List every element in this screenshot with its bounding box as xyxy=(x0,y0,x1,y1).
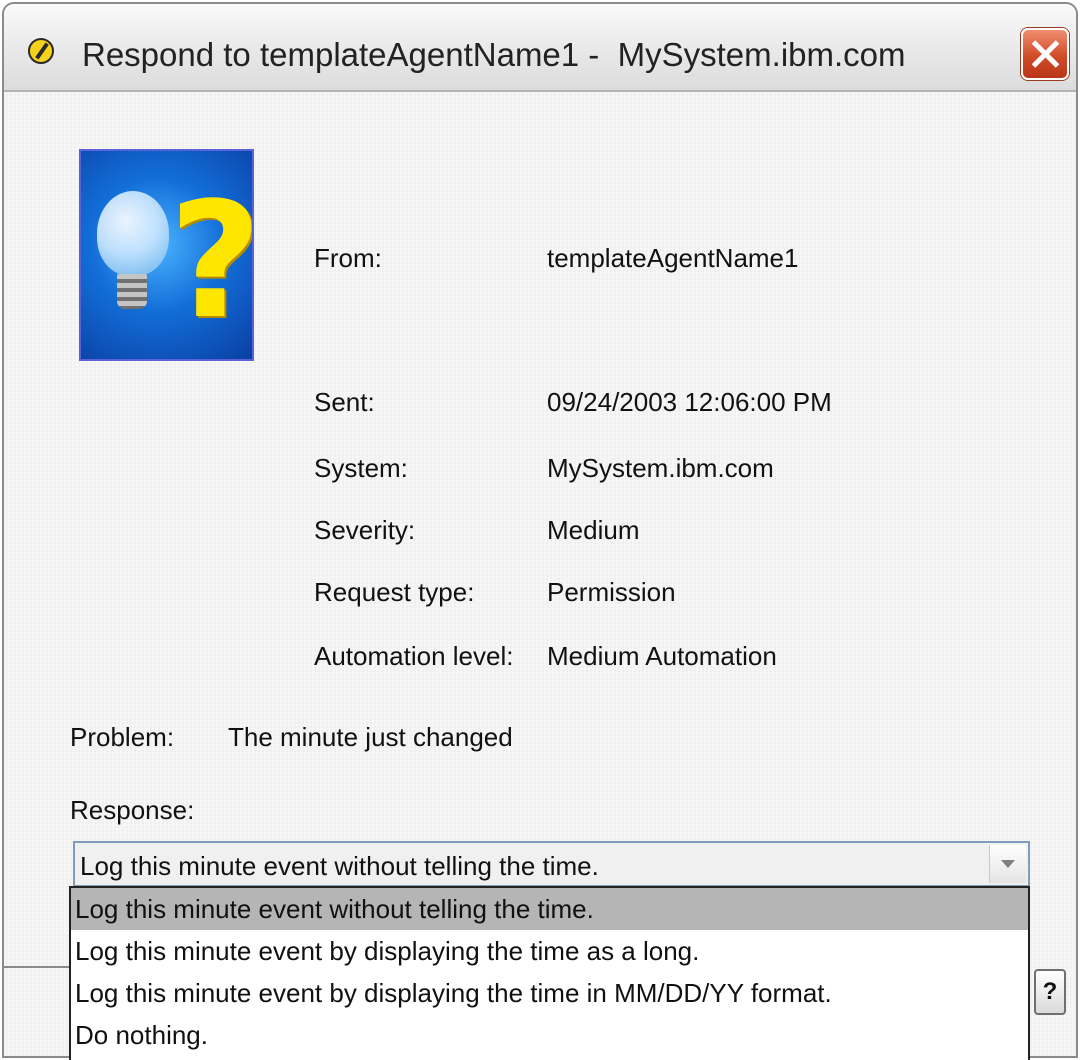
problem-value: The minute just changed xyxy=(228,722,513,752)
lightbulb-glass xyxy=(97,191,169,276)
response-selected-value: Log this minute event without telling th… xyxy=(80,851,599,881)
response-option[interactable]: Do nothing. xyxy=(71,1014,1028,1056)
problem-label: Problem: xyxy=(70,722,175,752)
alert-icon xyxy=(28,38,54,64)
from-value: templateAgentName1 xyxy=(547,243,799,273)
automation-level-value: Medium Automation xyxy=(547,641,777,671)
response-label: Response: xyxy=(70,795,195,825)
response-combobox[interactable]: Log this minute event without telling th… xyxy=(73,841,1030,887)
response-option[interactable]: Log this minute event by displaying the … xyxy=(71,972,1028,1014)
dialog-bottom-border xyxy=(4,966,74,968)
lightbulb-base xyxy=(117,274,147,309)
sent-label: Sent: xyxy=(314,387,375,417)
automation-level-label: Automation level: xyxy=(314,641,514,671)
system-label: System: xyxy=(314,453,408,483)
request-type-value: Permission xyxy=(547,577,676,607)
title-bar[interactable]: Respond to templateAgentName1 - MySystem… xyxy=(4,4,1076,92)
help-button[interactable]: ? xyxy=(1034,969,1066,1015)
response-option[interactable]: Log this minute event without telling th… xyxy=(71,888,1028,930)
system-value: MySystem.ibm.com xyxy=(547,453,774,483)
severity-label: Severity: xyxy=(314,515,416,545)
close-button[interactable] xyxy=(1021,28,1069,80)
request-type-label: Request type: xyxy=(314,577,475,607)
response-option[interactable]: Log this minute event by displaying the … xyxy=(71,930,1028,972)
window-title: Respond to templateAgentName1 - MySystem… xyxy=(82,36,906,73)
lightbulb-question-icon: ? xyxy=(79,149,254,361)
question-mark: ? xyxy=(169,167,254,354)
severity-value: Medium xyxy=(547,515,640,545)
sent-value: 09/24/2003 12:06:00 PM xyxy=(547,387,832,417)
from-label: From: xyxy=(314,243,382,273)
response-dropdown-list[interactable]: Log this minute event without telling th… xyxy=(69,886,1030,1060)
chevron-down-icon[interactable] xyxy=(989,845,1026,883)
